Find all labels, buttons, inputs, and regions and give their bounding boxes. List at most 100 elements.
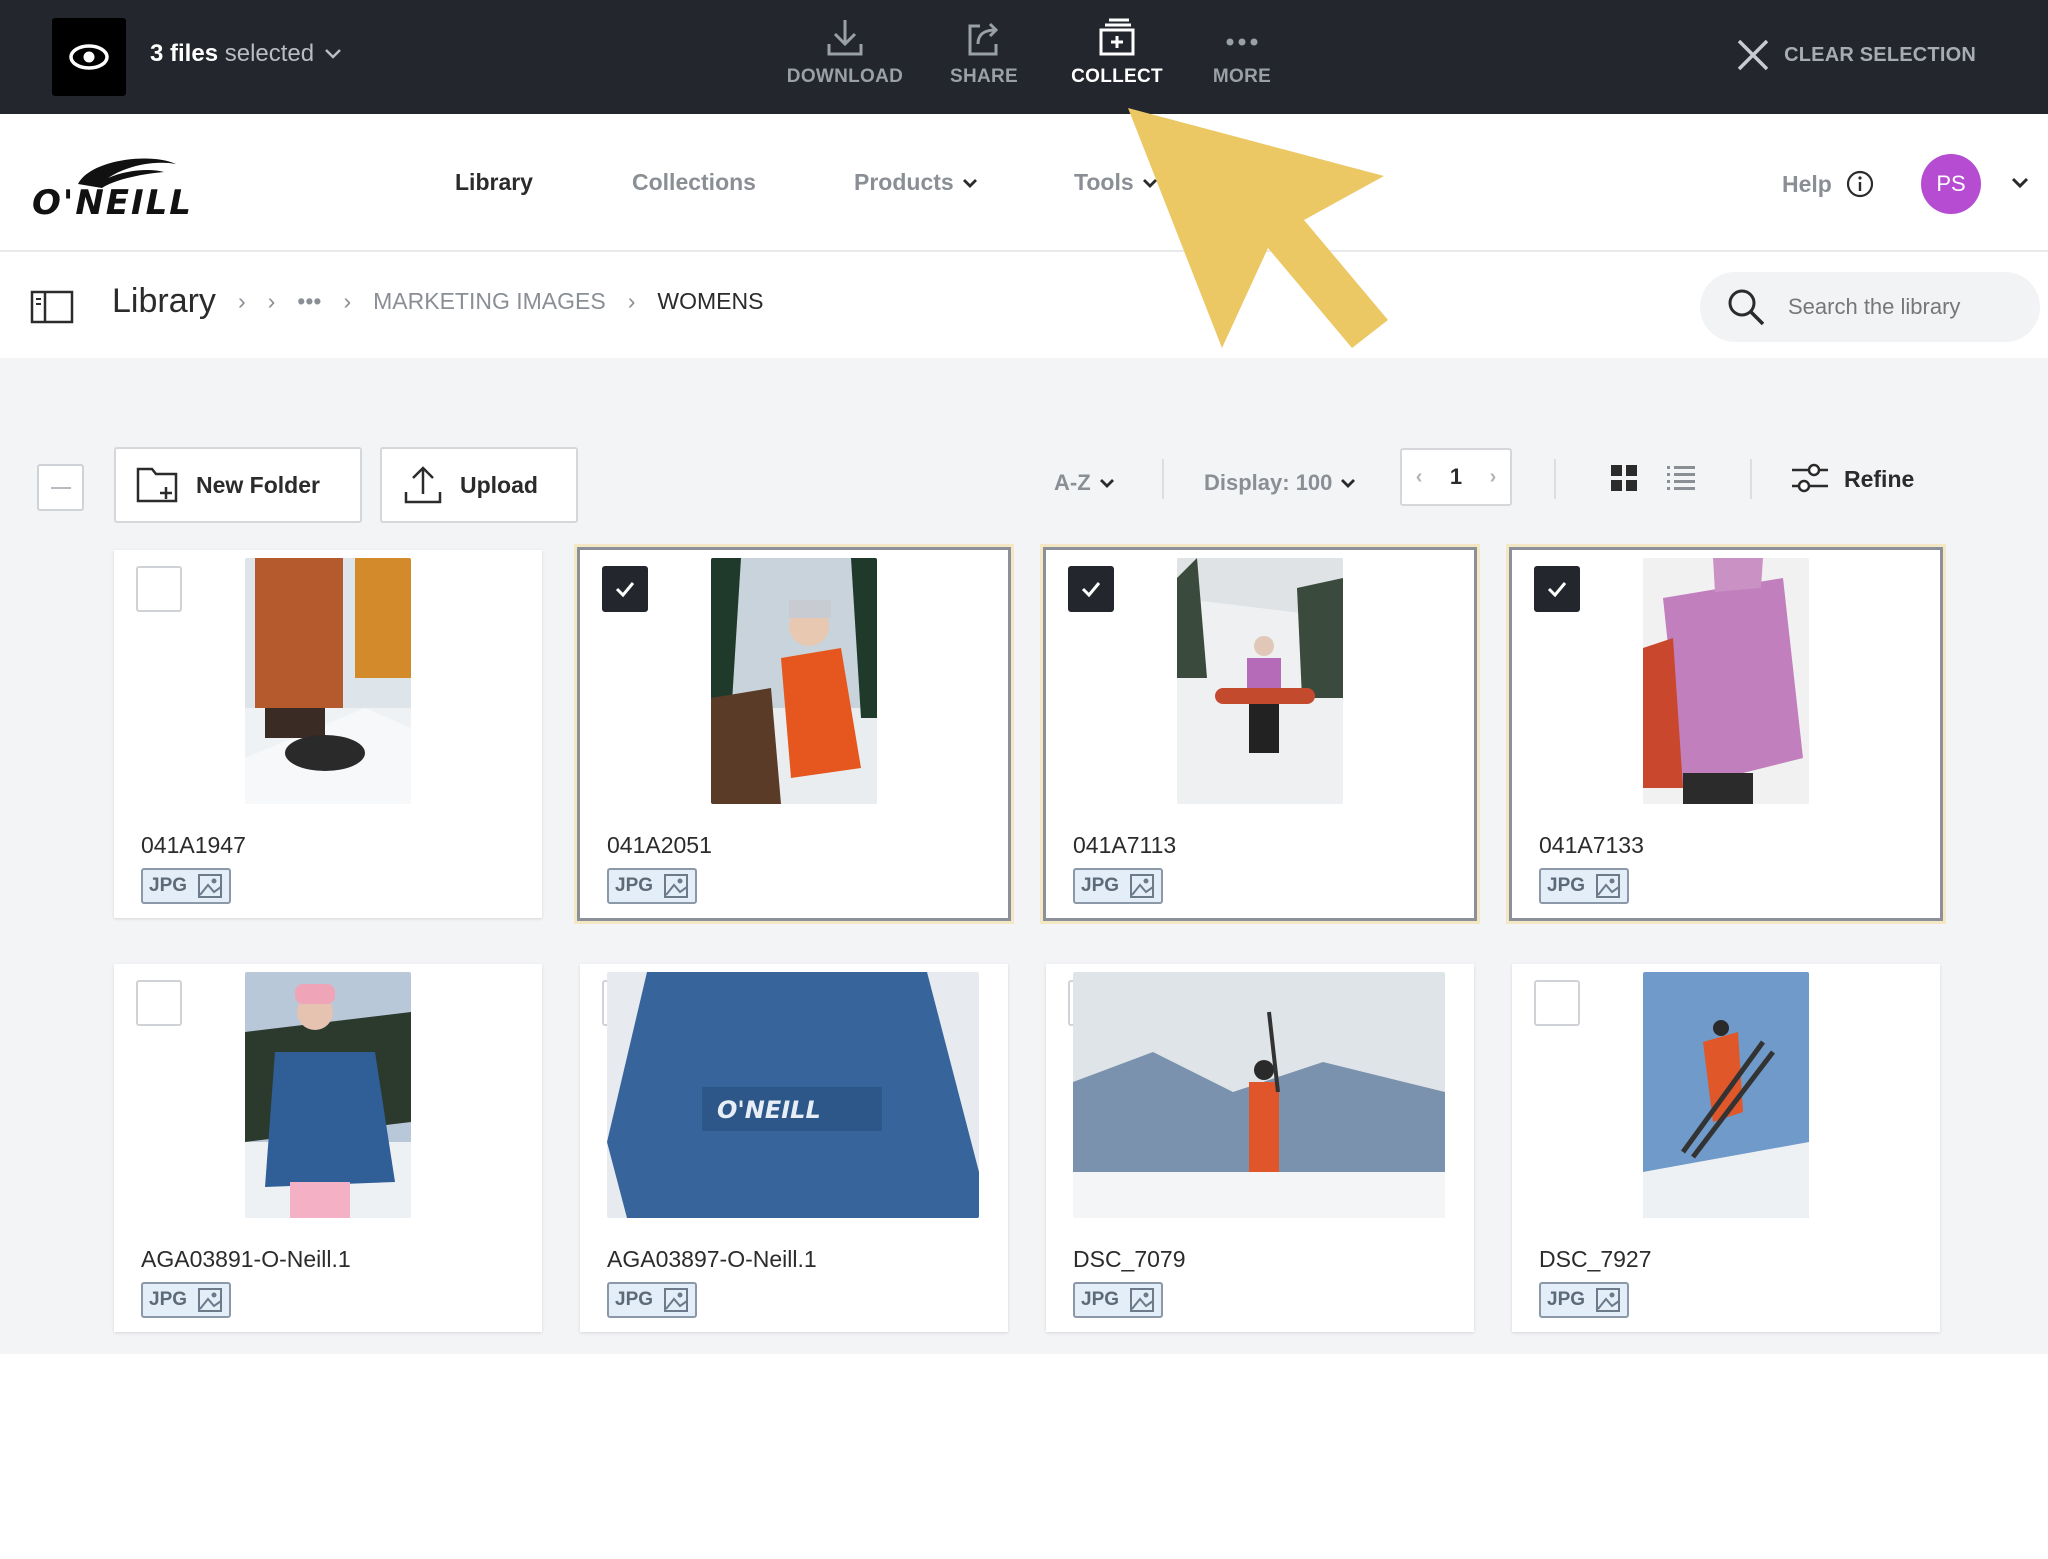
selection-count-dropdown[interactable]: 3 files selected xyxy=(150,40,342,68)
file-thumbnail[interactable] xyxy=(245,558,411,804)
file-thumbnail[interactable] xyxy=(1643,972,1809,1218)
image-icon xyxy=(664,874,689,898)
file-checkbox[interactable] xyxy=(602,566,648,612)
file-checkbox[interactable] xyxy=(1068,566,1114,612)
image-icon xyxy=(198,1288,223,1312)
breadcrumb-root[interactable]: Library xyxy=(112,282,216,321)
file-thumbnail[interactable] xyxy=(1177,558,1343,804)
file-name: 041A1947 xyxy=(141,832,246,858)
file-card[interactable]: 041A7133 JPG xyxy=(1509,547,1943,921)
image-icon xyxy=(1130,874,1155,898)
grid-view-icon[interactable] xyxy=(1610,464,1638,492)
file-card[interactable]: DSC_7079 JPG xyxy=(1046,964,1474,1332)
file-name: AGA03891-O-Neill.1 xyxy=(141,1246,351,1272)
file-name: 041A2051 xyxy=(607,832,712,858)
breadcrumb-marketing-images[interactable]: MARKETING IMAGES xyxy=(373,288,606,315)
main-nav: Library Collections Products Tools xyxy=(455,169,1158,196)
file-thumbnail[interactable] xyxy=(245,972,411,1218)
file-card[interactable]: 041A2051 JPG xyxy=(577,547,1011,921)
display-count-dropdown[interactable]: Display: 100 xyxy=(1204,470,1356,496)
file-name: 041A7133 xyxy=(1539,832,1644,858)
file-thumbnail[interactable] xyxy=(711,558,877,804)
image-icon xyxy=(198,874,223,898)
image-icon xyxy=(1596,1288,1621,1312)
chevron-down-icon xyxy=(1341,479,1356,488)
selection-count: 3 files xyxy=(150,40,219,67)
image-icon xyxy=(1130,1288,1155,1312)
check-icon xyxy=(1547,582,1567,598)
search-input[interactable] xyxy=(1788,294,1988,320)
new-folder-button[interactable]: New Folder xyxy=(114,447,362,523)
file-thumbnail[interactable]: O'NEILL xyxy=(607,972,979,1218)
image-icon xyxy=(664,1288,689,1312)
search-box xyxy=(1700,272,2040,342)
top-navigation: O'NEILL Library Collections Products Too… xyxy=(0,114,2048,252)
selection-bar: 3 files selected DOWNLOAD SHARE COLLECT … xyxy=(0,0,2048,114)
file-type-label: JPG xyxy=(1547,875,1586,896)
close-icon xyxy=(1737,39,1769,71)
breadcrumb-ellipsis[interactable]: ••• xyxy=(297,288,321,315)
annotation-arrow xyxy=(1128,108,1388,348)
nav-collections[interactable]: Collections xyxy=(632,169,854,196)
upload-button[interactable]: Upload xyxy=(380,447,578,523)
file-card[interactable]: AGA03891-O-Neill.1 JPG xyxy=(114,964,542,1332)
breadcrumb: Library › › ••• › MARKETING IMAGES › WOM… xyxy=(112,282,763,321)
help-label: Help xyxy=(1782,170,1832,197)
nav-library[interactable]: Library xyxy=(455,169,632,196)
file-name: DSC_7927 xyxy=(1539,1246,1652,1272)
file-type-badge: JPG xyxy=(607,1282,697,1318)
file-name: AGA03897-O-Neill.1 xyxy=(607,1246,817,1272)
oneill-logo[interactable]: O'NEILL xyxy=(30,152,230,223)
file-type-label: JPG xyxy=(1547,1289,1586,1310)
refine-button[interactable]: Refine xyxy=(1790,462,1914,496)
file-type-label: JPG xyxy=(1081,1289,1120,1310)
file-card[interactable]: DSC_7927 JPG xyxy=(1512,964,1940,1332)
prev-page-button[interactable]: ‹ xyxy=(1416,466,1423,489)
file-type-badge: JPG xyxy=(1073,1282,1163,1318)
svg-text:O'NEILL: O'NEILL xyxy=(717,1096,821,1124)
select-all-checkbox[interactable] xyxy=(37,464,84,511)
download-button[interactable]: DOWNLOAD xyxy=(770,12,920,102)
chevron-down-icon xyxy=(962,178,977,188)
sort-dropdown[interactable]: A-Z xyxy=(1054,470,1115,496)
more-button[interactable]: MORE xyxy=(1186,12,1298,102)
file-thumbnail[interactable] xyxy=(1643,558,1809,804)
file-type-label: JPG xyxy=(1081,875,1120,896)
display-count-label: Display: 100 xyxy=(1204,470,1333,495)
chevron-down-icon[interactable] xyxy=(2010,176,2030,190)
file-checkbox[interactable] xyxy=(136,566,182,612)
list-view-icon[interactable] xyxy=(1666,464,1696,492)
nav-products[interactable]: Products xyxy=(854,169,1074,196)
file-checkbox[interactable] xyxy=(1534,566,1580,612)
chevron-down-icon xyxy=(325,49,341,59)
file-card[interactable]: O'NEILL AGA03897-O-Neill.1 JPG xyxy=(580,964,1008,1332)
check-icon xyxy=(1081,582,1101,598)
file-card[interactable]: 041A1947 JPG xyxy=(114,550,542,918)
check-icon xyxy=(615,582,635,598)
file-type-label: JPG xyxy=(615,875,654,896)
user-avatar[interactable]: PS xyxy=(1921,154,1981,214)
divider xyxy=(1162,459,1164,499)
sort-label: A-Z xyxy=(1054,470,1091,495)
collect-label: COLLECT xyxy=(1071,66,1163,87)
file-card[interactable]: 041A7113 JPG xyxy=(1043,547,1477,921)
help-link[interactable]: Help xyxy=(1782,170,1874,198)
eye-icon xyxy=(69,44,109,70)
chevron-right-icon: › xyxy=(343,288,352,314)
share-button[interactable]: SHARE xyxy=(920,12,1048,102)
next-page-button[interactable]: › xyxy=(1490,466,1497,489)
collect-icon xyxy=(1099,18,1135,56)
collect-button[interactable]: COLLECT xyxy=(1048,12,1186,102)
svg-text:O'NEILL: O'NEILL xyxy=(32,183,193,222)
upload-icon xyxy=(404,466,442,504)
file-thumbnail[interactable] xyxy=(1073,972,1445,1218)
file-checkbox[interactable] xyxy=(1534,980,1580,1026)
share-icon xyxy=(968,22,999,56)
download-icon xyxy=(827,20,863,56)
sidebar-toggle-icon[interactable] xyxy=(30,290,74,324)
selection-actions: DOWNLOAD SHARE COLLECT MORE xyxy=(770,12,1298,102)
file-checkbox[interactable] xyxy=(136,980,182,1026)
preview-toggle-button[interactable] xyxy=(52,18,126,96)
file-type-label: JPG xyxy=(149,1289,188,1310)
clear-selection-button[interactable]: CLEAR SELECTION xyxy=(1736,38,1976,72)
